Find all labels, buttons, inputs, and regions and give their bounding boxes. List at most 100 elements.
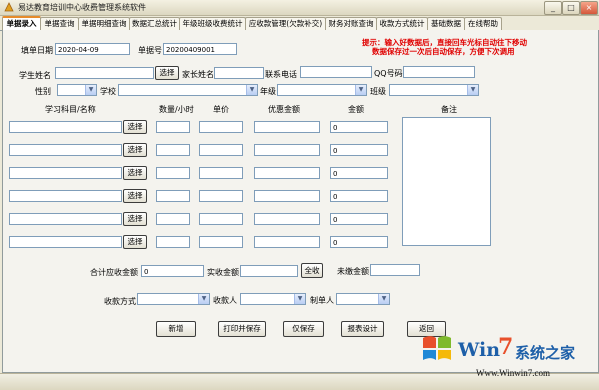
subject-field-6[interactable] — [9, 236, 122, 248]
tab-grade-class-stats[interactable]: 年级班级收费统计 — [179, 17, 246, 30]
watermark-url: Www.Winwin7.com — [476, 368, 551, 378]
qty-field-4[interactable] — [156, 190, 190, 202]
windows-logo-icon — [423, 336, 451, 360]
price-field-3[interactable] — [199, 167, 243, 179]
price-field-2[interactable] — [199, 144, 243, 156]
gender-select[interactable]: ▼ — [57, 84, 97, 96]
subject-field-1[interactable] — [9, 121, 122, 133]
qty-field-1[interactable] — [156, 121, 190, 133]
paid-label: 实收金额 — [207, 268, 239, 277]
amount-field-2[interactable]: 0 — [330, 144, 388, 156]
total-due-label: 合计应收金额 — [90, 268, 138, 277]
subject-field-4[interactable] — [9, 190, 122, 202]
amount-field-5[interactable]: 0 — [330, 213, 388, 225]
chevron-down-icon: ▼ — [198, 294, 209, 304]
select-student-button[interactable]: 选择 — [155, 66, 179, 80]
window-title: 易达教育培训中心收费管理系统软件 — [18, 3, 146, 12]
minimize-button[interactable]: _ — [544, 1, 562, 15]
qty-field-3[interactable] — [156, 167, 190, 179]
grade-select[interactable]: ▼ — [277, 84, 367, 96]
tab-receivables[interactable]: 应收款管理(欠款补交) — [245, 17, 326, 30]
discount-field-6[interactable] — [254, 236, 320, 248]
close-button[interactable]: × — [580, 1, 598, 15]
unpaid-field[interactable] — [370, 264, 420, 276]
phone-field[interactable] — [300, 66, 372, 78]
save-only-button[interactable]: 仅保存 — [283, 321, 324, 337]
discount-field-2[interactable] — [254, 144, 320, 156]
chevron-down-icon: ▼ — [355, 85, 366, 95]
price-field-4[interactable] — [199, 190, 243, 202]
qty-field-2[interactable] — [156, 144, 190, 156]
amount-field-3[interactable]: 0 — [330, 167, 388, 179]
student-name-label: 学生姓名 — [19, 71, 51, 80]
select-subject-button-3[interactable]: 选择 — [123, 166, 147, 180]
maker-select[interactable]: ▼ — [336, 293, 390, 305]
parent-name-field[interactable] — [214, 67, 264, 79]
tab-detail-query[interactable]: 单据明细查询 — [78, 17, 130, 30]
tab-payment-method-stats[interactable]: 收款方式统计 — [376, 17, 428, 30]
new-button[interactable]: 新增 — [156, 321, 196, 337]
grade-label: 年级 — [260, 87, 276, 96]
col-note-header: 备注 — [441, 105, 457, 114]
pay-method-label: 收款方式 — [104, 297, 136, 306]
col-discount-header: 优惠金额 — [268, 105, 300, 114]
qq-field[interactable] — [403, 66, 475, 78]
unpaid-label: 未缴金额 — [337, 267, 369, 276]
maximize-button[interactable]: □ — [562, 1, 580, 15]
col-amount-header: 金额 — [348, 105, 364, 114]
amount-field-4[interactable]: 0 — [330, 190, 388, 202]
class-select[interactable]: ▼ — [389, 84, 479, 96]
watermark: Win 7 系统之家 Www.Winwin7.com — [420, 330, 596, 386]
discount-field-4[interactable] — [254, 190, 320, 202]
col-qty-header: 数量/小时 — [159, 105, 194, 114]
pay-full-button[interactable]: 全收 — [301, 263, 323, 278]
class-label: 班级 — [370, 87, 386, 96]
tab-summary-stats[interactable]: 数据汇总统计 — [129, 17, 180, 30]
school-label: 学校 — [100, 87, 116, 96]
parent-name-label: 家长姓名 — [182, 70, 214, 79]
watermark-brand-win: Win — [458, 339, 501, 361]
amount-field-6[interactable]: 0 — [330, 236, 388, 248]
price-field-5[interactable] — [199, 213, 243, 225]
gender-label: 性别 — [35, 87, 51, 96]
payee-select[interactable]: ▼ — [240, 293, 306, 305]
subject-field-5[interactable] — [9, 213, 122, 225]
note-textarea[interactable] — [402, 117, 491, 246]
qty-field-5[interactable] — [156, 213, 190, 225]
subject-field-2[interactable] — [9, 144, 122, 156]
price-field-6[interactable] — [199, 236, 243, 248]
select-subject-button-4[interactable]: 选择 — [123, 189, 147, 203]
total-due-field[interactable]: 0 — [141, 265, 204, 277]
tab-online-help[interactable]: 在线帮助 — [464, 17, 502, 30]
school-select[interactable]: ▼ — [118, 84, 258, 96]
tab-base-data[interactable]: 基础数据 — [427, 17, 465, 30]
print-save-button[interactable]: 打印并保存 — [218, 321, 266, 337]
chevron-down-icon: ▼ — [246, 85, 257, 95]
tab-finance-reconcile[interactable]: 财务对账查询 — [325, 17, 377, 30]
paid-field[interactable] — [240, 265, 298, 277]
subject-field-3[interactable] — [9, 167, 122, 179]
select-subject-button-5[interactable]: 选择 — [123, 212, 147, 226]
tab-receipt-query[interactable]: 单据查询 — [40, 17, 79, 30]
price-field-1[interactable] — [199, 121, 243, 133]
amount-field-1[interactable]: 0 — [330, 121, 388, 133]
chevron-down-icon: ▼ — [294, 294, 305, 304]
tab-strip: 单据录入 单据查询 单据明细查询 数据汇总统计 年级班级收费统计 应收款管理(欠… — [0, 16, 599, 32]
qq-label: QQ号码 — [374, 69, 403, 78]
select-subject-button-6[interactable]: 选择 — [123, 235, 147, 249]
select-subject-button-1[interactable]: 选择 — [123, 120, 147, 134]
discount-field-1[interactable] — [254, 121, 320, 133]
report-design-button[interactable]: 报表设计 — [341, 321, 384, 337]
date-label: 填单日期 — [21, 46, 53, 55]
qty-field-6[interactable] — [156, 236, 190, 248]
student-name-field[interactable] — [55, 67, 154, 79]
receipt-no-label: 单据号 — [138, 46, 162, 55]
chevron-down-icon: ▼ — [467, 85, 478, 95]
select-subject-button-2[interactable]: 选择 — [123, 143, 147, 157]
discount-field-3[interactable] — [254, 167, 320, 179]
discount-field-5[interactable] — [254, 213, 320, 225]
receipt-no-field[interactable]: 20200409001 — [163, 43, 237, 55]
date-field[interactable]: 2020-04-09 — [55, 43, 130, 55]
chevron-down-icon: ▼ — [378, 294, 389, 304]
pay-method-select[interactable]: ▼ — [137, 293, 210, 305]
